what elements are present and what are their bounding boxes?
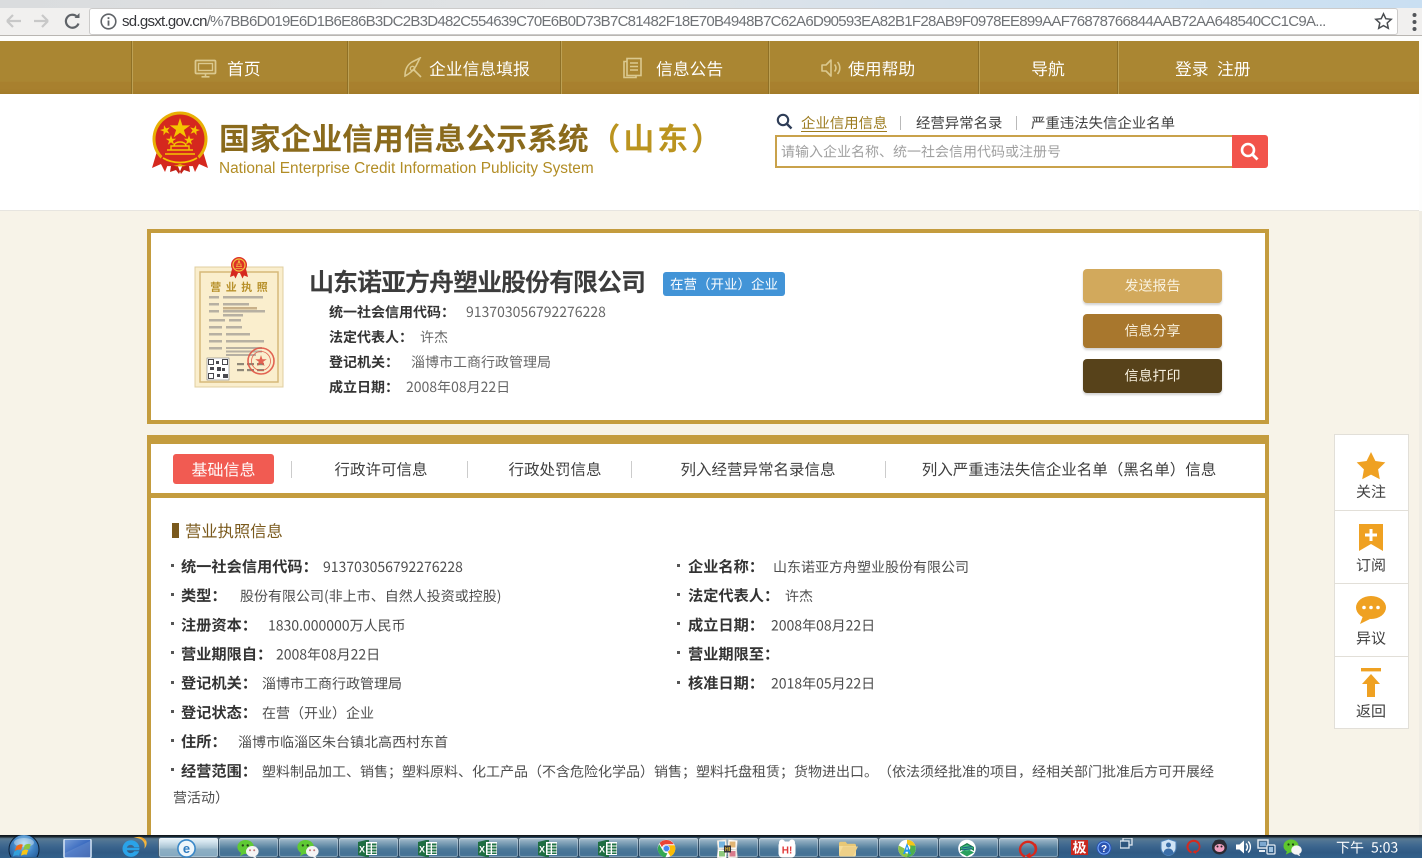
svg-text:X: X	[419, 845, 425, 855]
svg-text:e: e	[183, 841, 190, 856]
svg-text:X: X	[479, 845, 485, 855]
svg-text:H!: H!	[782, 846, 793, 857]
svg-text:X: X	[599, 845, 605, 855]
svg-text:HI: HI	[725, 847, 731, 853]
svg-text:?: ?	[1101, 844, 1107, 855]
svg-text:X: X	[539, 845, 545, 855]
svg-text:X: X	[359, 845, 365, 855]
